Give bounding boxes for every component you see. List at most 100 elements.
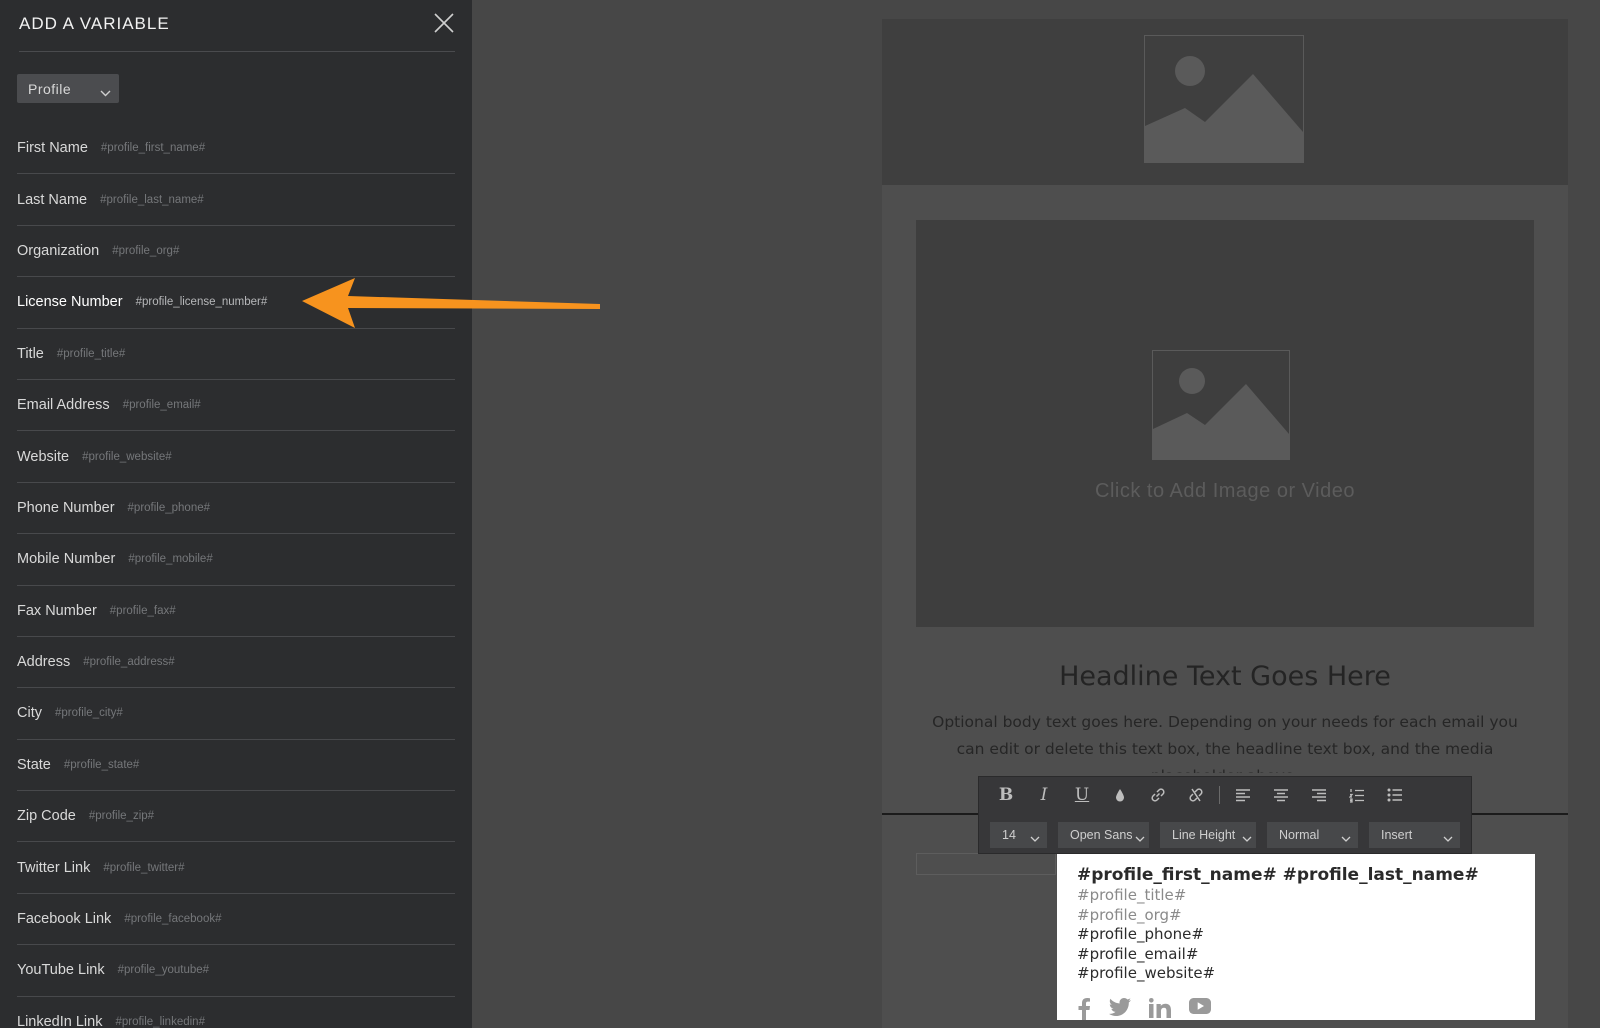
- variable-label: License Number: [17, 294, 123, 311]
- twitter-icon[interactable]: [1109, 998, 1131, 1024]
- variable-label: Organization: [17, 242, 100, 259]
- variable-item-mobile-number[interactable]: Mobile Number #profile_mobile#: [17, 534, 455, 586]
- social-icons: [1077, 998, 1211, 1024]
- signature-website: #profile_website#: [1077, 964, 1216, 982]
- insert-select[interactable]: Insert: [1369, 822, 1460, 848]
- media-placeholder[interactable]: Click to Add Image or Video: [916, 220, 1534, 627]
- chevron-down-icon: [1242, 831, 1252, 845]
- variable-token: #profile_last_name#: [100, 193, 204, 206]
- variable-label: First Name: [17, 140, 88, 157]
- panel-title: ADD A VARIABLE: [19, 14, 170, 33]
- variable-item-address[interactable]: Address #profile_address#: [17, 637, 455, 689]
- variable-item-facebook-link[interactable]: Facebook Link #profile_facebook#: [17, 894, 455, 946]
- youtube-icon[interactable]: [1189, 998, 1211, 1024]
- variable-item-last-name[interactable]: Last Name #profile_last_name#: [17, 174, 455, 226]
- variable-token: #profile_email#: [122, 399, 201, 412]
- chevron-down-icon: [1341, 831, 1351, 845]
- bullet-list-button[interactable]: [1376, 780, 1414, 810]
- variable-label: LinkedIn Link: [17, 1013, 103, 1028]
- align-right-button[interactable]: [1300, 780, 1338, 810]
- variable-item-phone-number[interactable]: Phone Number #profile_phone#: [17, 483, 455, 535]
- toolbar-separator: [1219, 786, 1220, 804]
- variable-category-select[interactable]: Profile: [17, 74, 119, 103]
- variable-token: #profile_facebook#: [124, 913, 222, 926]
- bold-button[interactable]: B: [987, 780, 1025, 810]
- variable-item-linkedin-link[interactable]: LinkedIn Link #profile_linkedin#: [17, 997, 455, 1028]
- variable-item-twitter-link[interactable]: Twitter Link #profile_twitter#: [17, 842, 455, 894]
- variable-token: #profile_state#: [63, 758, 140, 771]
- variable-label: Title: [17, 345, 44, 362]
- line-height-value: Line Height: [1172, 828, 1236, 842]
- align-left-button[interactable]: [1224, 780, 1262, 810]
- variable-token: #profile_mobile#: [128, 553, 213, 566]
- signature-phone: #profile_phone#: [1077, 925, 1204, 943]
- facebook-icon[interactable]: [1077, 998, 1091, 1024]
- chevron-down-icon: [1443, 831, 1453, 845]
- align-left-icon: [1236, 789, 1250, 802]
- variable-item-youtube-link[interactable]: YouTube Link #profile_youtube#: [17, 945, 455, 997]
- font-size-select[interactable]: 14: [990, 822, 1047, 848]
- variable-label: Website: [17, 448, 70, 465]
- category-select-value: Profile: [28, 81, 72, 97]
- variable-label: Twitter Link: [17, 859, 91, 876]
- variable-item-website[interactable]: Website #profile_website#: [17, 431, 455, 483]
- variable-token: #profile_address#: [83, 656, 175, 669]
- align-center-button[interactable]: [1262, 780, 1300, 810]
- variable-label: Last Name: [17, 191, 88, 208]
- link-button[interactable]: [1139, 780, 1177, 810]
- align-center-icon: [1274, 789, 1288, 802]
- text-style-select[interactable]: Normal: [1267, 822, 1358, 848]
- variable-token: #profile_city#: [54, 707, 123, 720]
- broken-image: [916, 853, 1056, 875]
- line-height-select[interactable]: Line Height: [1160, 822, 1256, 848]
- variable-item-fax-number[interactable]: Fax Number #profile_fax#: [17, 586, 455, 637]
- image-placeholder-icon: [1152, 350, 1290, 460]
- ordered-list-button[interactable]: [1338, 780, 1376, 810]
- unlink-icon: [1189, 788, 1203, 802]
- chevron-down-icon: [1135, 831, 1145, 845]
- variable-item-zip-code[interactable]: Zip Code #profile_zip#: [17, 791, 455, 843]
- variable-label: YouTube Link: [17, 962, 105, 979]
- chevron-down-icon: [100, 84, 111, 100]
- variable-token: #profile_website#: [82, 450, 172, 463]
- variable-item-city[interactable]: City #profile_city#: [17, 688, 455, 740]
- bold-label: B: [998, 785, 1014, 805]
- chevron-down-icon: [1030, 831, 1040, 845]
- variable-token: #profile_youtube#: [117, 964, 210, 977]
- unlink-button[interactable]: [1177, 780, 1215, 810]
- close-icon[interactable]: [433, 12, 455, 34]
- font-family-value: Open Sans: [1070, 828, 1133, 842]
- text-color-button[interactable]: [1101, 780, 1139, 810]
- variable-item-organization[interactable]: Organization #profile_org#: [17, 226, 455, 278]
- italic-button[interactable]: I: [1025, 780, 1063, 810]
- variable-label: State: [17, 756, 51, 773]
- italic-label: I: [1040, 785, 1048, 805]
- toolbar-dropdowns-row: 14 Open Sans Line Height Normal Insert: [990, 822, 1471, 848]
- signature-name: #profile_first_name# #profile_last_name#: [1077, 865, 1479, 885]
- droplet-icon: [1116, 789, 1124, 802]
- linkedin-icon[interactable]: [1149, 998, 1171, 1024]
- text-format-toolbar: B I U 14 Open Sans Line Height Normal In…: [978, 776, 1472, 854]
- variable-item-state[interactable]: State #profile_state#: [17, 740, 455, 792]
- variable-label: City: [17, 705, 42, 722]
- variable-item-first-name[interactable]: First Name #profile_first_name#: [17, 123, 455, 175]
- variable-token: #profile_fax#: [109, 604, 176, 617]
- align-right-icon: [1312, 789, 1326, 802]
- underline-button[interactable]: U: [1063, 780, 1101, 810]
- variable-token: #profile_first_name#: [100, 142, 206, 155]
- variable-token: #profile_twitter#: [103, 861, 185, 874]
- insert-value: Insert: [1381, 828, 1413, 842]
- header-image-block[interactable]: [882, 19, 1568, 185]
- ordered-list-icon: [1349, 788, 1364, 803]
- toolbar-buttons-row: B I U: [979, 777, 1471, 813]
- variable-token: #profile_zip#: [88, 810, 155, 823]
- variable-label: Facebook Link: [17, 911, 112, 928]
- variable-item-email-address[interactable]: Email Address #profile_email#: [17, 380, 455, 432]
- font-size-value: 14: [1002, 828, 1016, 842]
- bullet-list-icon: [1387, 788, 1402, 802]
- font-family-select[interactable]: Open Sans: [1058, 822, 1149, 848]
- signature-text-block[interactable]: #profile_first_name# #profile_last_name#…: [1057, 854, 1535, 1020]
- body-text[interactable]: Optional body text goes here. Depending …: [922, 709, 1528, 773]
- headline-text[interactable]: Headline Text Goes Here: [882, 661, 1568, 692]
- variable-label: Phone Number: [17, 499, 115, 516]
